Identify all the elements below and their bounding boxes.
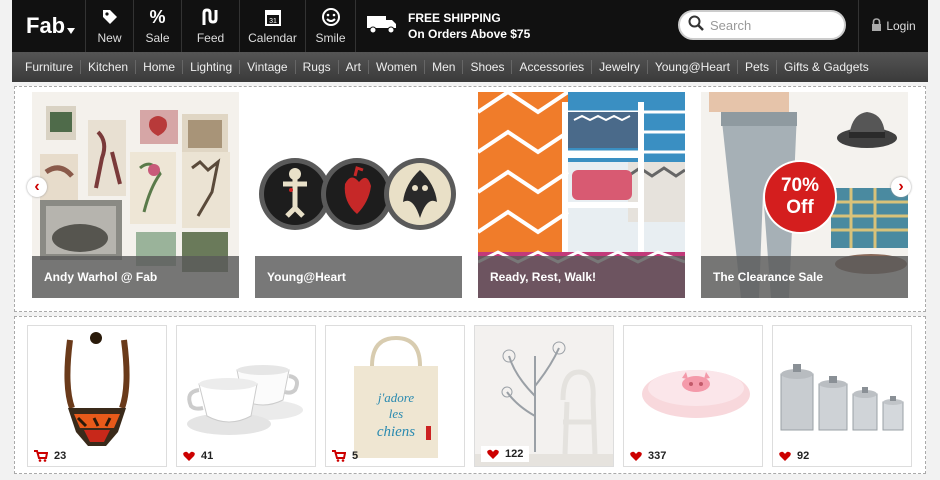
- product-count-value: 337: [648, 450, 667, 462]
- login-label: Login: [886, 19, 916, 33]
- necklace-image: [64, 332, 130, 446]
- nav-sale[interactable]: % Sale: [134, 0, 182, 52]
- heart-icon[interactable]: [487, 449, 499, 460]
- lock-icon: [871, 17, 882, 35]
- product-card-wall-decal[interactable]: 122: [474, 325, 614, 467]
- category-shoes[interactable]: Shoes: [463, 60, 513, 74]
- category-home[interactable]: Home: [136, 60, 184, 74]
- category-kitchen[interactable]: Kitchen: [81, 60, 137, 74]
- fab-logo[interactable]: Fab: [12, 0, 86, 52]
- tote-text-3: chiens: [377, 424, 415, 440]
- tag-icon: [101, 7, 119, 27]
- percent-icon: %: [149, 6, 166, 27]
- feed-icon: [201, 7, 221, 27]
- hero-tile-young-at-heart[interactable]: Young@Heart: [255, 92, 462, 298]
- chevron-right-icon: ›: [898, 178, 904, 195]
- cups-image: [187, 365, 303, 435]
- category-furniture[interactable]: Furniture: [18, 60, 82, 74]
- category-jewelry[interactable]: Jewelry: [592, 60, 648, 74]
- nav-sale-label: Sale: [145, 31, 170, 45]
- product-count-value: 23: [54, 450, 67, 462]
- heart-icon[interactable]: [779, 451, 791, 462]
- category-rugs[interactable]: Rugs: [296, 60, 339, 74]
- hero-carousel: Andy Warhol @ Fab Young@Heart Ready, Res…: [14, 86, 926, 312]
- nav-feed-label: Feed: [196, 31, 225, 45]
- nav-new[interactable]: New: [86, 0, 134, 52]
- svg-text:31: 31: [269, 18, 277, 25]
- product-card-canisters[interactable]: 92: [772, 325, 912, 467]
- nav-smile[interactable]: Smile: [306, 0, 356, 52]
- pig-lid-image: [642, 370, 750, 418]
- nav-smile-label: Smile: [315, 31, 346, 45]
- search-input[interactable]: [710, 17, 830, 33]
- category-gifts-gadgets[interactable]: Gifts & Gadgets: [777, 60, 876, 74]
- product-count: 23: [34, 450, 66, 462]
- carousel-next-button[interactable]: ›: [891, 177, 911, 197]
- hero-caption: Young@Heart: [255, 256, 462, 298]
- product-count: 122: [481, 446, 530, 462]
- category-pets[interactable]: Pets: [738, 60, 777, 74]
- product-count: 5: [332, 450, 358, 462]
- search-box[interactable]: [678, 10, 846, 40]
- smile-icon: [321, 7, 341, 27]
- tote-text-2: les: [389, 406, 403, 421]
- logo-dot: [67, 28, 76, 34]
- category-lighting[interactable]: Lighting: [183, 60, 241, 74]
- chevron-left-icon: ‹: [34, 178, 40, 195]
- sale-badge-percent: 70%: [780, 175, 820, 196]
- hero-caption: Andy Warhol @ Fab: [32, 256, 239, 298]
- category-women[interactable]: Women: [369, 60, 426, 74]
- login-button[interactable]: Login: [858, 0, 928, 52]
- logo-text: Fab: [26, 13, 66, 38]
- sale-badge[interactable]: 70% Off: [765, 162, 835, 232]
- product-count-value: 92: [797, 450, 810, 462]
- tote-image: j'adore les chiens: [354, 335, 438, 458]
- heart-icon[interactable]: [630, 451, 642, 462]
- product-count-value: 41: [201, 450, 214, 462]
- sale-badge-off: Off: [786, 197, 814, 218]
- hero-tile-clearance-sale[interactable]: 70% Off The Clearance Sale: [701, 92, 908, 298]
- product-card-tote[interactable]: j'adore les chiens 5: [325, 325, 465, 467]
- category-men[interactable]: Men: [425, 60, 464, 74]
- nav-new-label: New: [97, 31, 122, 45]
- shipping-line1: FREE SHIPPING: [408, 11, 501, 25]
- category-bar: Furniture Kitchen Home Lighting Vintage …: [12, 52, 928, 82]
- product-count: 41: [183, 450, 213, 462]
- product-card-pig-lid[interactable]: 337: [623, 325, 763, 467]
- product-row: 23 41 j'adore les chiens 5 122 337 92: [14, 316, 926, 474]
- search-icon: [688, 15, 704, 36]
- heart-icon[interactable]: [183, 451, 195, 462]
- calendar-icon: 31: [264, 7, 281, 27]
- free-shipping-banner[interactable]: FREE SHIPPING On Orders Above $75: [356, 0, 656, 52]
- canisters-image: [780, 364, 904, 431]
- category-vintage[interactable]: Vintage: [240, 60, 296, 74]
- nav-calendar[interactable]: 31 Calendar: [240, 0, 306, 52]
- page: Fab New % Sale Feed 31 Calendar Smile FR…: [0, 0, 940, 480]
- nav-feed[interactable]: Feed: [182, 0, 240, 52]
- category-young-at-heart[interactable]: Young@Heart: [648, 60, 738, 74]
- product-count: 92: [779, 450, 809, 462]
- top-bar: Fab New % Sale Feed 31 Calendar Smile FR…: [12, 0, 928, 52]
- hero-tile-ready-rest-walk[interactable]: Ready, Rest, Walk!: [478, 92, 685, 298]
- truck-icon: [366, 14, 398, 39]
- hero-tile-warhol[interactable]: Andy Warhol @ Fab: [32, 92, 239, 298]
- product-card-cups[interactable]: 41: [176, 325, 316, 467]
- category-accessories[interactable]: Accessories: [512, 60, 593, 74]
- tote-text-1: j'adore: [376, 390, 414, 405]
- carousel-prev-button[interactable]: ‹: [27, 177, 47, 197]
- product-count-value: 122: [505, 448, 524, 460]
- nav-calendar-label: Calendar: [248, 31, 297, 45]
- product-count: 337: [630, 450, 666, 462]
- cart-icon[interactable]: [34, 450, 48, 462]
- category-art[interactable]: Art: [339, 60, 369, 74]
- cart-icon[interactable]: [332, 450, 346, 462]
- shipping-line2: On Orders Above $75: [408, 27, 531, 41]
- hero-caption: Ready, Rest, Walk!: [478, 256, 685, 298]
- product-count-value: 5: [352, 450, 359, 462]
- hero-caption: The Clearance Sale: [701, 256, 908, 298]
- product-card-necklace[interactable]: 23: [27, 325, 167, 467]
